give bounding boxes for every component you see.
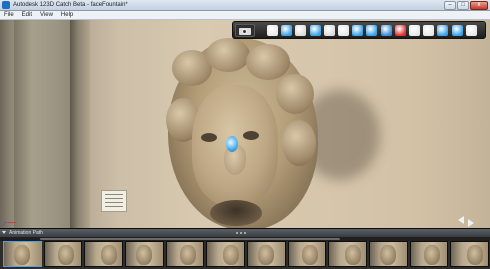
axis-gizmo-icon [2, 208, 16, 226]
nav-arrows[interactable] [458, 216, 478, 228]
mesh-icon[interactable] [437, 25, 449, 36]
filmstrip-thumbnail[interactable] [247, 241, 286, 267]
hand-cursor-icon [226, 136, 238, 152]
minimize-button[interactable]: – [444, 1, 456, 10]
hand-icon[interactable] [295, 25, 307, 36]
thumbnail-row [3, 241, 490, 268]
ruler-icon[interactable] [423, 25, 435, 36]
stone-pilaster [70, 20, 90, 228]
maximize-button[interactable]: □ [457, 1, 469, 10]
scrollbar-thumb[interactable] [40, 238, 340, 240]
left-eye [201, 133, 217, 142]
stone-wall [14, 20, 74, 228]
export-icon[interactable] [451, 25, 463, 36]
thumbnail-image [223, 245, 240, 265]
filmstrip-thumbnail[interactable] [84, 241, 124, 267]
capture-button[interactable] [235, 24, 255, 37]
lasso-icon[interactable] [323, 25, 335, 36]
thumbnail-image [57, 245, 74, 265]
filmstrip-thumbnail[interactable] [450, 241, 490, 267]
filmstrip-thumbnail[interactable] [3, 241, 42, 267]
mane-curl [276, 74, 314, 114]
collapse-icon[interactable] [2, 231, 6, 234]
mane-curl [246, 44, 290, 80]
filmstrip-label: Animation Path [9, 230, 43, 236]
rotate-icon[interactable] [338, 25, 349, 36]
envelope-icon[interactable] [380, 25, 392, 36]
menu-file[interactable]: File [4, 11, 14, 19]
filmstrip-thumbnail[interactable] [125, 241, 164, 267]
menu-bar: File Edit View Help [0, 11, 490, 20]
thumbnail-image [14, 245, 30, 265]
texture-icon[interactable] [366, 25, 378, 36]
youtube-icon[interactable] [394, 25, 406, 36]
menu-help[interactable]: Help [61, 11, 73, 19]
window-controls: – □ x [444, 1, 488, 10]
thumbnail-image [423, 245, 440, 265]
close-button[interactable]: x [470, 1, 488, 10]
thumbnail-image [136, 245, 153, 265]
main-toolbar [232, 21, 486, 39]
next-arrow-icon[interactable] [468, 219, 474, 227]
filmstrip-thumbnail[interactable] [43, 241, 83, 267]
thumbnail-image [345, 245, 362, 265]
thumbnail-image [179, 245, 196, 265]
pointer-icon[interactable] [267, 25, 278, 36]
title-bar: Autodesk 123D Catch Beta - faceFountain*… [0, 0, 490, 11]
share-icon[interactable] [409, 25, 420, 36]
filmstrip-thumbnail[interactable] [409, 241, 449, 267]
thumbnail-image [101, 245, 118, 265]
zoom-icon[interactable] [281, 25, 293, 36]
thumbnail-image [301, 245, 318, 265]
filmstrip-thumbnail[interactable] [165, 241, 205, 267]
thumbnail-image [258, 245, 275, 265]
mane-curl [206, 38, 250, 72]
filmstrip-thumbnail[interactable] [287, 241, 327, 267]
filmstrip-thumbnail[interactable] [369, 241, 408, 267]
frame-icon[interactable] [352, 25, 364, 36]
wall-plaque [101, 190, 127, 212]
right-eye [243, 131, 259, 140]
menu-edit[interactable]: Edit [22, 11, 32, 19]
prev-arrow-icon[interactable] [458, 216, 464, 224]
mane-curl [282, 120, 316, 166]
resize-grip-icon[interactable] [236, 231, 250, 235]
gear-icon[interactable] [465, 25, 477, 36]
filmstrip-header: Animation Path [0, 229, 490, 237]
filmstrip-thumbnail[interactable] [206, 241, 246, 267]
orbit-icon[interactable] [309, 25, 321, 36]
3d-viewport[interactable] [0, 20, 490, 228]
filmstrip-panel: Animation Path [0, 228, 490, 269]
fountain-spout [210, 200, 262, 226]
thumbnail-image [380, 245, 397, 265]
app-icon [2, 1, 10, 9]
menu-view[interactable]: View [40, 11, 53, 19]
window-title: Autodesk 123D Catch Beta - faceFountain* [13, 2, 128, 8]
thumbnail-image [467, 245, 484, 265]
filmstrip-thumbnail[interactable] [328, 241, 368, 267]
